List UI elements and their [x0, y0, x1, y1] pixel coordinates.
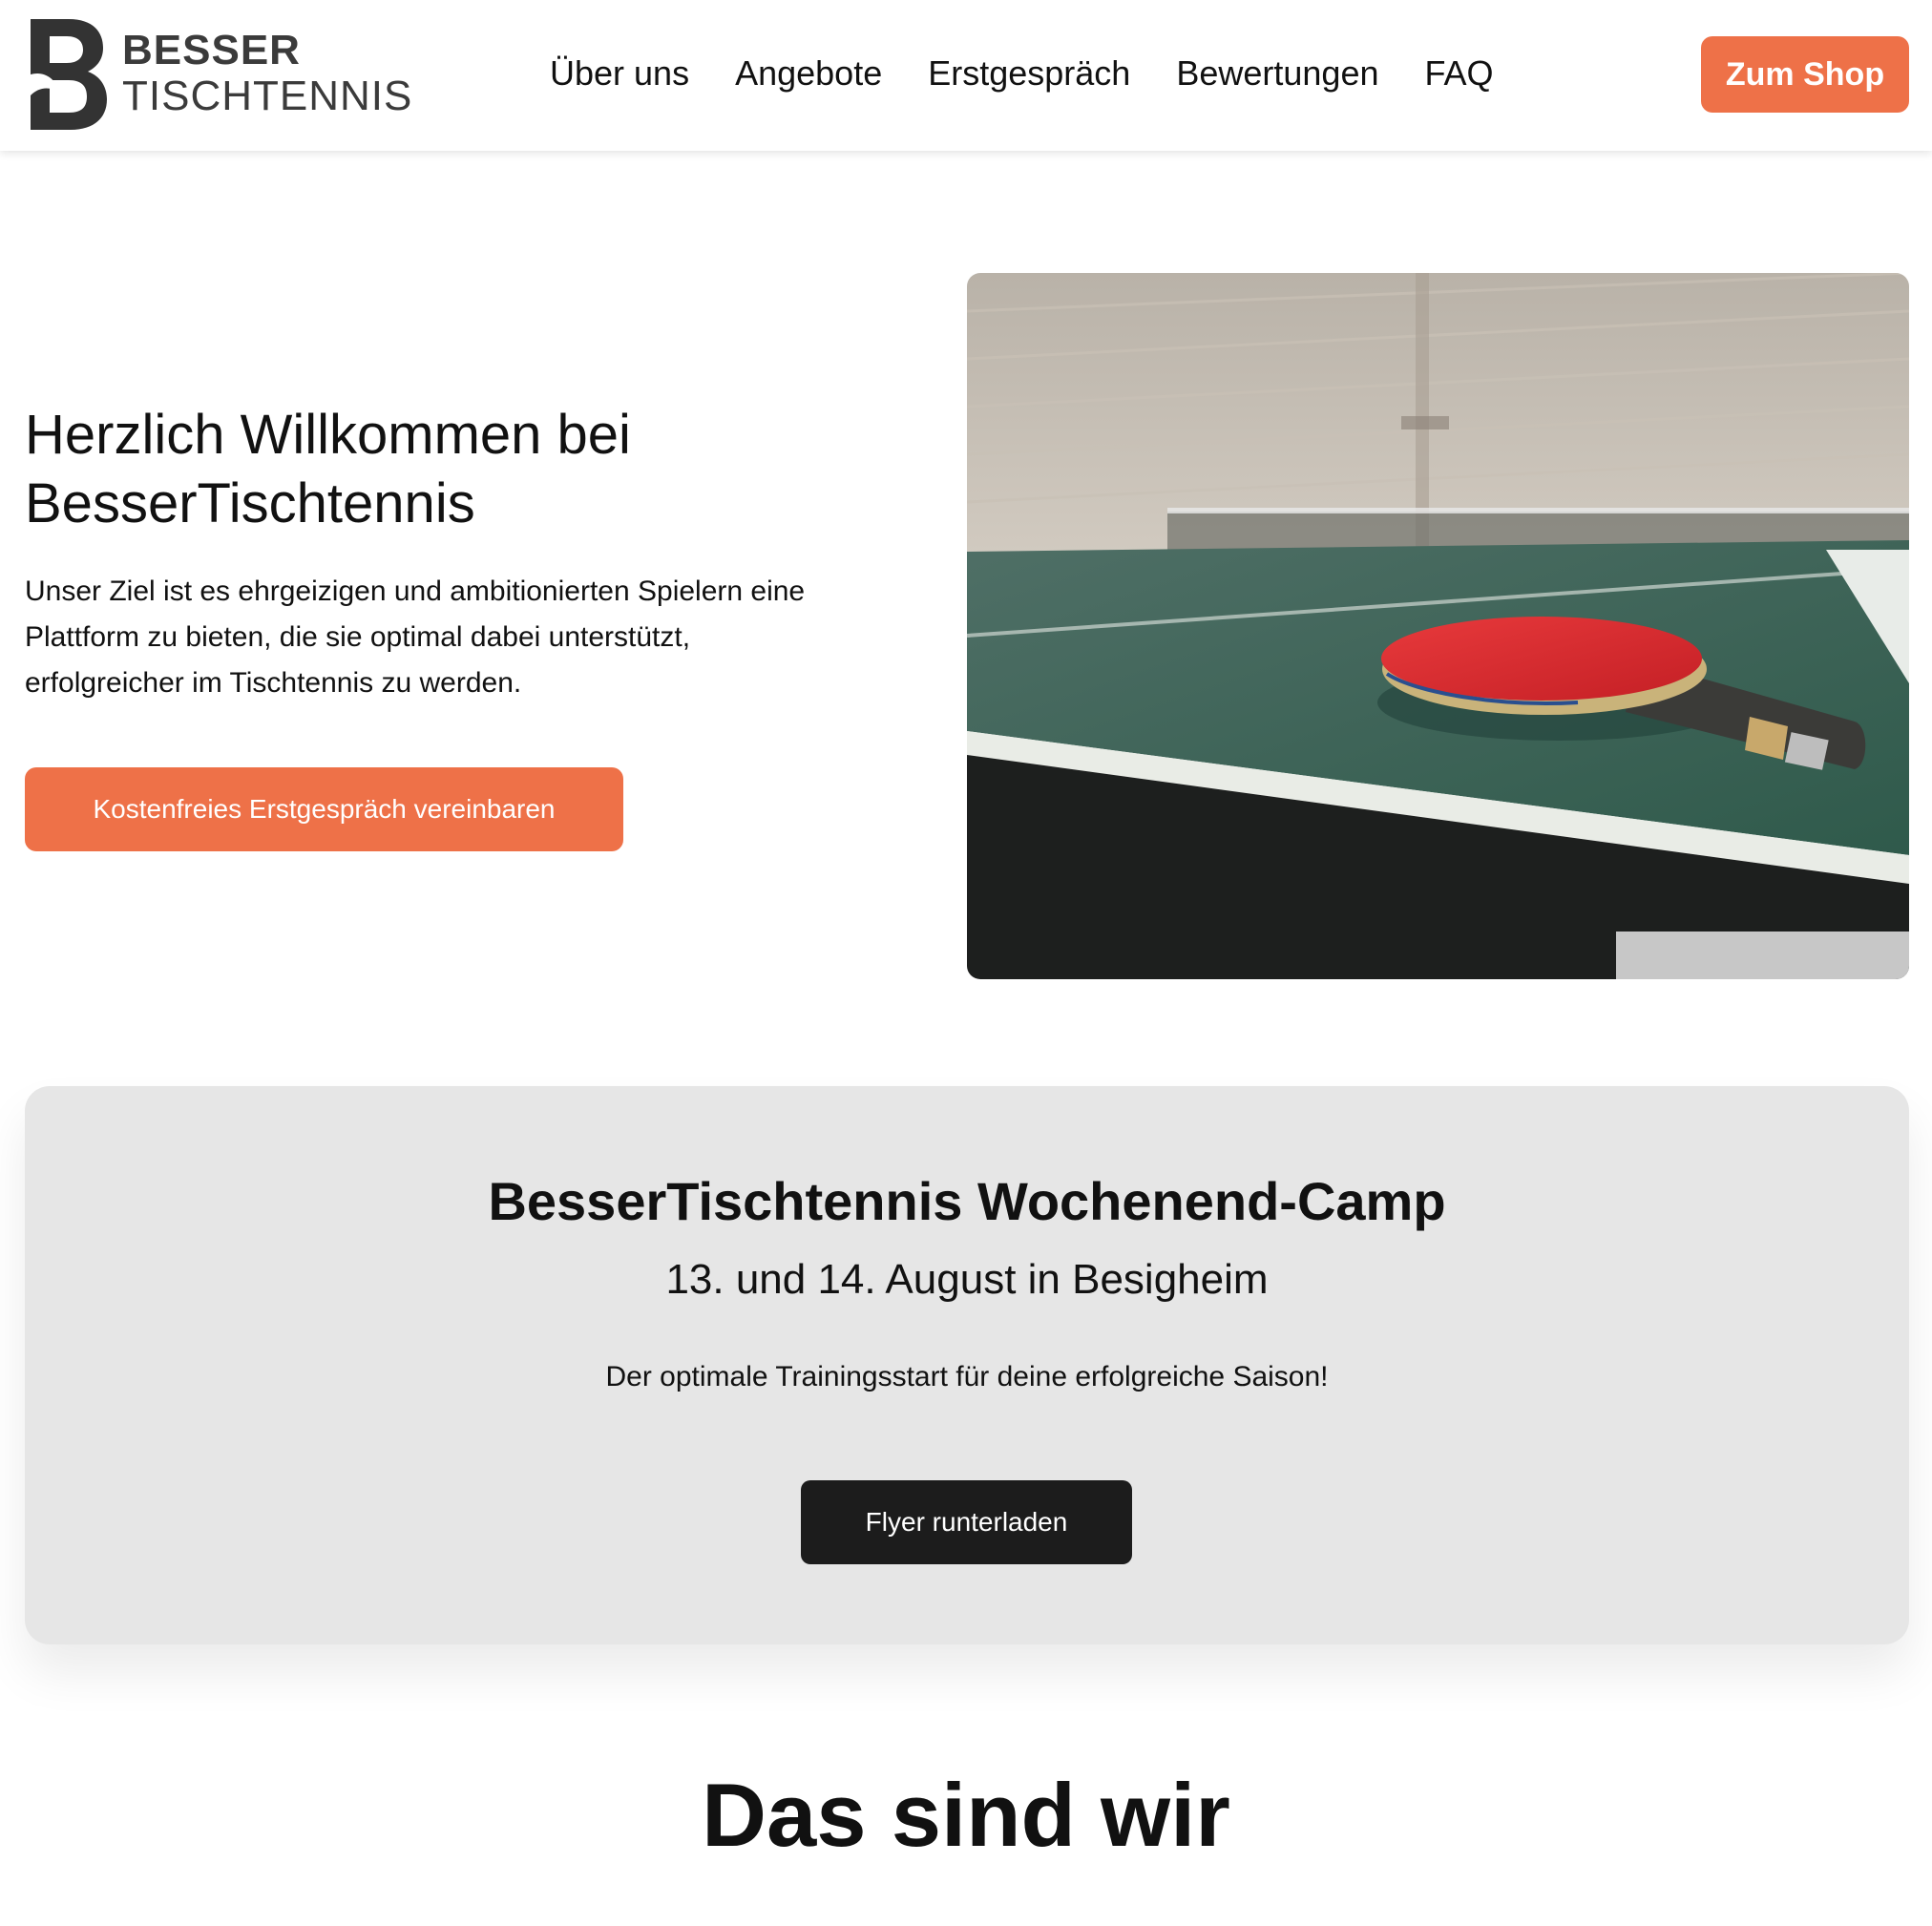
camp-title: BesserTischtennis Wochenend-Camp — [488, 1171, 1446, 1231]
hero-description-line-2: Plattform zu bieten, die sie optimal dab… — [25, 621, 691, 653]
site-header: BESSER TISCHTENNIS Über uns Angebote Ers… — [0, 0, 1932, 151]
shop-button[interactable]: Zum Shop — [1701, 36, 1909, 113]
hero-description: Unser Ziel ist es ehrgeizigen und ambiti… — [25, 569, 903, 706]
nav-item-angebote[interactable]: Angebote — [735, 53, 882, 94]
free-consultation-button[interactable]: Kostenfreies Erstgespräch vereinbaren — [25, 767, 623, 851]
hero-title-line-1: Herzlich Willkommen bei — [25, 404, 631, 466]
table-tennis-paddle-photo — [967, 273, 1909, 979]
about-section-title: Das sind wir — [702, 1765, 1230, 1865]
logo-text-tischtennis: TISCHTENNIS — [122, 73, 413, 119]
logo[interactable]: BESSER TISCHTENNIS — [31, 19, 411, 130]
nav-item-ueber-uns[interactable]: Über uns — [550, 53, 689, 94]
nav-item-erstgespraech[interactable]: Erstgespräch — [928, 53, 1130, 94]
logo-text-besser: BESSER — [122, 27, 301, 73]
main-nav: Über uns Angebote Erstgespräch Bewertung… — [550, 53, 1494, 94]
camp-date: 13. und 14. August in Besigheim — [665, 1256, 1269, 1303]
hero-description-line-3: erfolgreicher im Tischtennis zu werden. — [25, 667, 522, 699]
nav-item-faq[interactable]: FAQ — [1425, 53, 1494, 94]
hero-image-table-tennis-paddle — [967, 273, 1909, 979]
camp-description: Der optimale Trainingsstart für deine er… — [605, 1361, 1329, 1392]
logo-b-icon — [31, 19, 107, 130]
camp-card: BesserTischtennis Wochenend-Camp 13. und… — [25, 1086, 1909, 1644]
hero-description-line-1: Unser Ziel ist es ehrgeizigen und ambiti… — [25, 576, 806, 607]
hero-title-line-2: BesserTischtennis — [25, 472, 475, 534]
download-flyer-button[interactable]: Flyer runterladen — [801, 1480, 1132, 1564]
hero-title: Herzlich Willkommen bei BesserTischtenni… — [25, 401, 884, 538]
nav-item-bewertungen[interactable]: Bewertungen — [1176, 53, 1378, 94]
